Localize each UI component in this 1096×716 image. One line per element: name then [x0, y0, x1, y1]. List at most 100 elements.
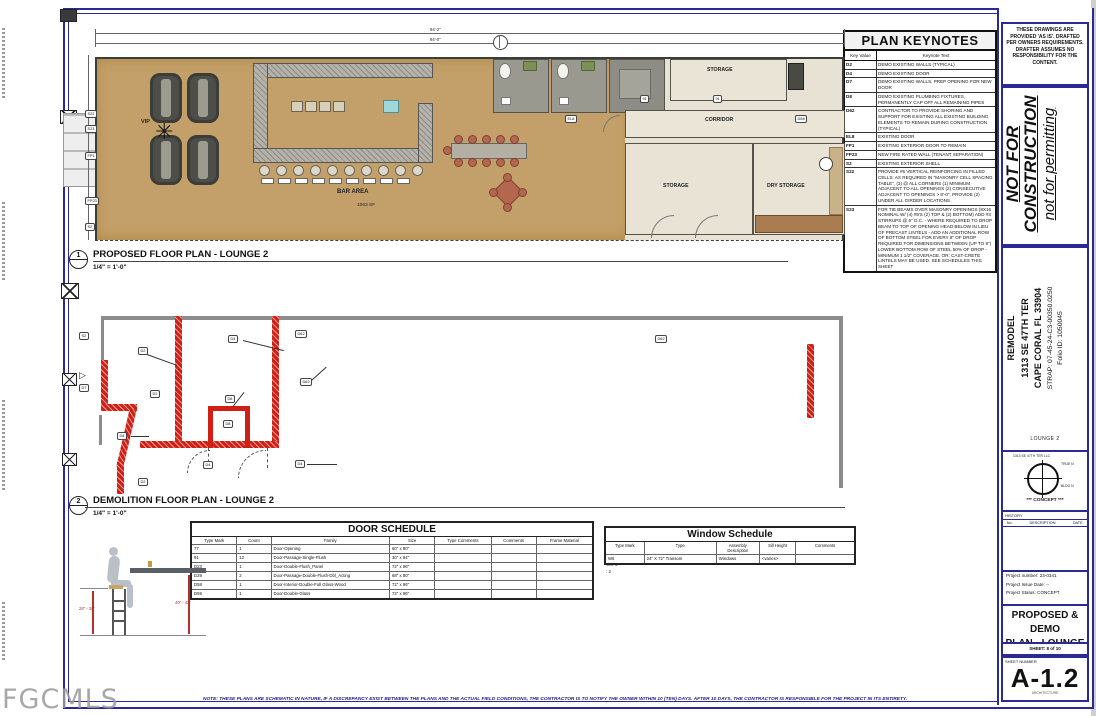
door-schedule-row: D292Door-Passage-Double-Flush-Dbl_Acting… [192, 572, 592, 581]
north-arrow-icon [1027, 463, 1059, 495]
project-status: Project Status: CONCEPT [1003, 589, 1087, 598]
door-schedule-title: DOOR SCHEDULE [192, 523, 592, 537]
bar-equipment [333, 101, 345, 112]
storage-room-top [670, 59, 787, 101]
chair [468, 158, 477, 167]
edge-stamp [2, 400, 5, 490]
window-schedule-col: Assembly Description [717, 542, 760, 554]
chair [482, 158, 491, 167]
keynote-text: EXISTING EXTERIOR DOOR TO REMAIN [877, 142, 995, 150]
keynote-row: D8DEMO EXISTING PLUMBING FIXTURES, PERMA… [845, 93, 995, 107]
keynote-key: S23 [845, 206, 877, 271]
drink-glass [148, 561, 152, 567]
history-title: HISTORY [1003, 512, 1087, 519]
keynote-row: D7DEMO EXISTING WALLS, PREP OPENING FOR … [845, 78, 995, 92]
keynote-text: DEMO EXISTING WALLS, PREP OPENING FOR NE… [877, 78, 995, 91]
person-figure [127, 584, 133, 608]
general-note: NOTE: THESE PLANS ARE SCHEMATIC IN NATUR… [110, 697, 1000, 702]
history-col-description: DESCRIPTION [1016, 520, 1068, 526]
booth-seating [150, 73, 182, 123]
door-schedule-row: D591Door-Double-Glass72" x 96" [192, 590, 592, 598]
keynote-tag: D2 [150, 390, 160, 398]
dimension-label-seat: 28" - 30" [79, 606, 95, 611]
drawing-sheet: PLAN KEYNOTES Key Value Keynote Text D2D… [0, 0, 1096, 716]
door-schedule-cell: Door-Passage-Double-Flush-Dbl_Acting [272, 572, 390, 580]
bar-cooler [383, 100, 399, 113]
counter-top [130, 568, 206, 573]
keynotes-header: Key Value Keynote Text [845, 51, 995, 61]
keynotes-rows: D2DEMO EXISTING WALLS (TYPICAL)D4DEMO EX… [845, 61, 995, 271]
registration-mark [60, 9, 77, 22]
bar-stool [276, 165, 287, 176]
project-name: REMODEL [1005, 243, 1019, 433]
keynote-tag: D4 [203, 461, 213, 469]
stool-tag [346, 178, 359, 184]
door-schedule-col: Frame Material [537, 537, 592, 544]
keynote-tag: D4 [295, 460, 305, 468]
north-arrow-box: 1313 SE 47TH TER LLC TRUE N BLDG N *** C… [1001, 450, 1089, 512]
chair [510, 158, 519, 167]
leader-line [307, 464, 337, 465]
grid-marker [61, 283, 79, 299]
door-schedule-table: DOOR SCHEDULE Type MarkCountFamilySizeTy… [190, 521, 594, 600]
window-schedule-col: Sill Height [760, 542, 796, 554]
edge-stamp [2, 200, 5, 280]
keynote-tag: 91 [713, 95, 722, 103]
sink [501, 97, 511, 105]
stool-leg [124, 589, 126, 635]
stool-tag [295, 178, 308, 184]
shelving [829, 147, 843, 215]
title-block: THESE DRAWINGS ARE PROVIDED 'AS IS'. DRA… [997, 8, 1092, 705]
existing-wall [839, 316, 843, 488]
window-schedule-rows: W624" X 72" TransomWindows<varies> [606, 555, 854, 563]
keynote-key: EL8 [845, 133, 877, 141]
bar-stool [310, 165, 321, 176]
view-scale: 1/4" = 1'-0" [93, 264, 127, 271]
keynote-row: D2DEMO EXISTING WALLS (TYPICAL) [845, 61, 995, 70]
door-schedule-cell [435, 572, 491, 580]
keynote-row: FP23NEW FIRE RATED WALL (TENANT SEPARATI… [845, 151, 995, 160]
door-schedule-row: 9112Door-Passage-Single-Flush30" x 84" [192, 554, 592, 563]
door-schedule-cell [537, 563, 592, 571]
datum-marker [493, 35, 508, 50]
keynote-key: D62 [845, 107, 877, 132]
chair [496, 158, 505, 167]
corridor [625, 110, 845, 138]
chair [482, 135, 491, 144]
not-for-construction-stamp: NOT FOR CONSTRUCTION not for permitting [1004, 89, 1084, 239]
chair [489, 188, 498, 197]
leader-line [147, 354, 177, 366]
grid-marker [62, 373, 77, 386]
demolition-floor-plan: ▷ S2D62D4D2D7D2D8D62D8D4D4D4D2D62 [95, 310, 847, 498]
keynote-tag: D62 [295, 330, 307, 338]
keynote-key: D8 [845, 93, 877, 106]
keynote-tag: EL8 [565, 115, 577, 123]
toilet [557, 63, 569, 79]
disclaimer-box: THESE DRAWINGS ARE PROVIDED 'AS IS'. DRA… [1001, 22, 1089, 86]
door-schedule-cell: 12 [237, 554, 271, 562]
door-schedule-cell: Door-Interior-Double-Full Glass-Wood [272, 581, 390, 589]
keynote-tag: D2 [138, 478, 148, 486]
keynote-tag: D62 [300, 378, 312, 386]
door-schedule-cell: 30" x 84" [390, 554, 435, 562]
stool-tag [312, 178, 325, 184]
mls-watermark: FGCMLS [2, 684, 119, 715]
bar-stool [259, 165, 270, 176]
dimension-label-counter: 40" - 42" [175, 600, 191, 605]
keynote-text: NEW FIRE RATED WALL (TENANT SEPARATION) [877, 151, 995, 159]
door-schedule-cell: Door-Double-Glass [272, 590, 390, 598]
view-scale: 1/4" = 1'-0" [93, 510, 127, 517]
bar-counter [253, 63, 433, 78]
demo-door-leaf [267, 448, 268, 468]
keynote-tag: D7 [79, 384, 89, 392]
door-schedule-cell [537, 572, 592, 580]
window-schedule-col: Comments [796, 542, 854, 554]
keynote-tag: D4 [117, 432, 127, 440]
chair [454, 135, 463, 144]
door-schedule-cell: 72" x 96" [390, 590, 435, 598]
door-schedule-cell [492, 590, 537, 598]
keynotes-title: PLAN KEYNOTES [845, 32, 995, 51]
elevation-marker [819, 157, 833, 171]
north-arrow-label: 1313 SE 47TH TER LLC [1013, 454, 1050, 458]
door-schedule-cell: 68" x 80" [390, 572, 435, 580]
